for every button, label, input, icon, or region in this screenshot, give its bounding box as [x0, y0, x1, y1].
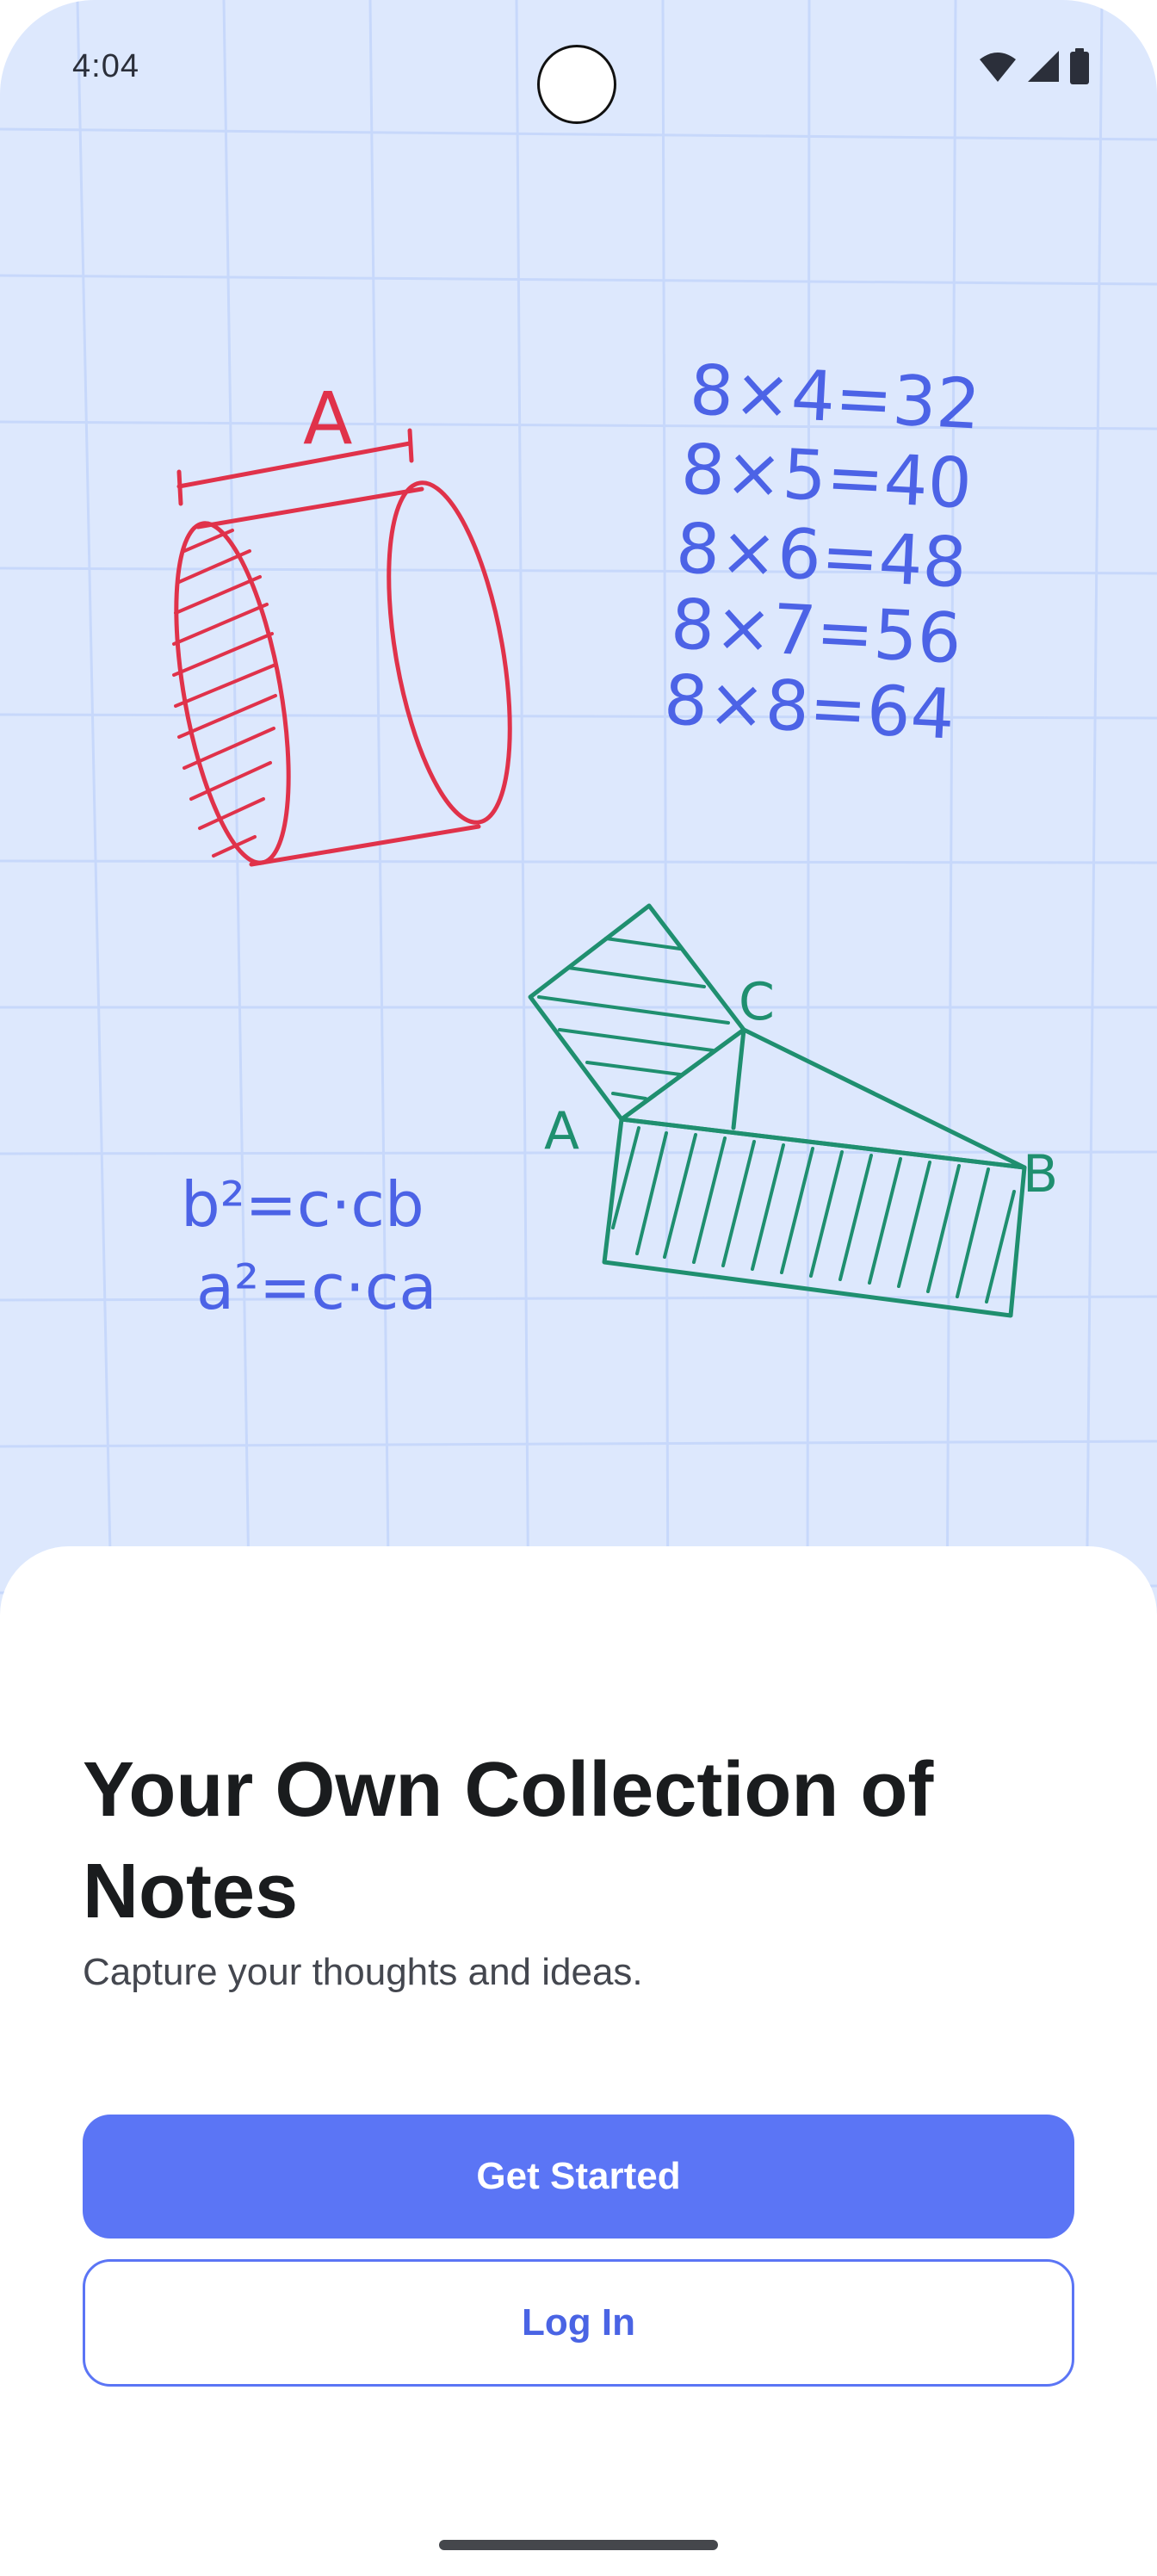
log-in-button[interactable]: Log In: [83, 2259, 1074, 2387]
triangle-label-a: A: [544, 1101, 579, 1161]
cylinder-drawing: [172, 428, 512, 867]
signal-icon: [1026, 49, 1061, 88]
battery-icon: [1069, 48, 1090, 89]
camera-cutout: [537, 45, 616, 124]
status-icons: [978, 48, 1090, 89]
get-started-button[interactable]: Get Started: [83, 2115, 1074, 2239]
page-subtitle: Capture your thoughts and ideas.: [83, 1951, 643, 1993]
multiplication-line: 8×8=64: [662, 659, 956, 755]
multiplication-table: 8×4=32 8×5=40 8×6=48 8×7=56 8×8=64: [662, 350, 982, 755]
formula-line: a²=c·ca: [196, 1251, 437, 1323]
page-title: Your Own Collection of Notes: [83, 1747, 934, 1935]
status-bar: 4:04: [0, 0, 1157, 138]
home-indicator[interactable]: [439, 2540, 718, 2550]
status-time: 4:04: [72, 48, 139, 84]
triangle-label-c: C: [739, 972, 775, 1032]
hero-illustration: A 8×4=32 8×5=40 8×6=48 8×7=56 8×8=64 A B…: [0, 0, 1157, 1636]
graph-paper-grid: A 8×4=32 8×5=40 8×6=48 8×7=56 8×8=64 A B…: [0, 0, 1157, 1636]
onboarding-sheet: [0, 1546, 1157, 2576]
formulas: b²=c·cb a²=c·ca: [181, 1168, 437, 1323]
triangle-label-b: B: [1023, 1144, 1058, 1204]
multiplication-line: 8×4=32: [688, 350, 982, 445]
formula-line: b²=c·cb: [181, 1168, 424, 1241]
cylinder-label: A: [303, 376, 352, 461]
app-screen: A 8×4=32 8×5=40 8×6=48 8×7=56 8×8=64 A B…: [0, 0, 1157, 2576]
wifi-icon: [978, 49, 1018, 88]
